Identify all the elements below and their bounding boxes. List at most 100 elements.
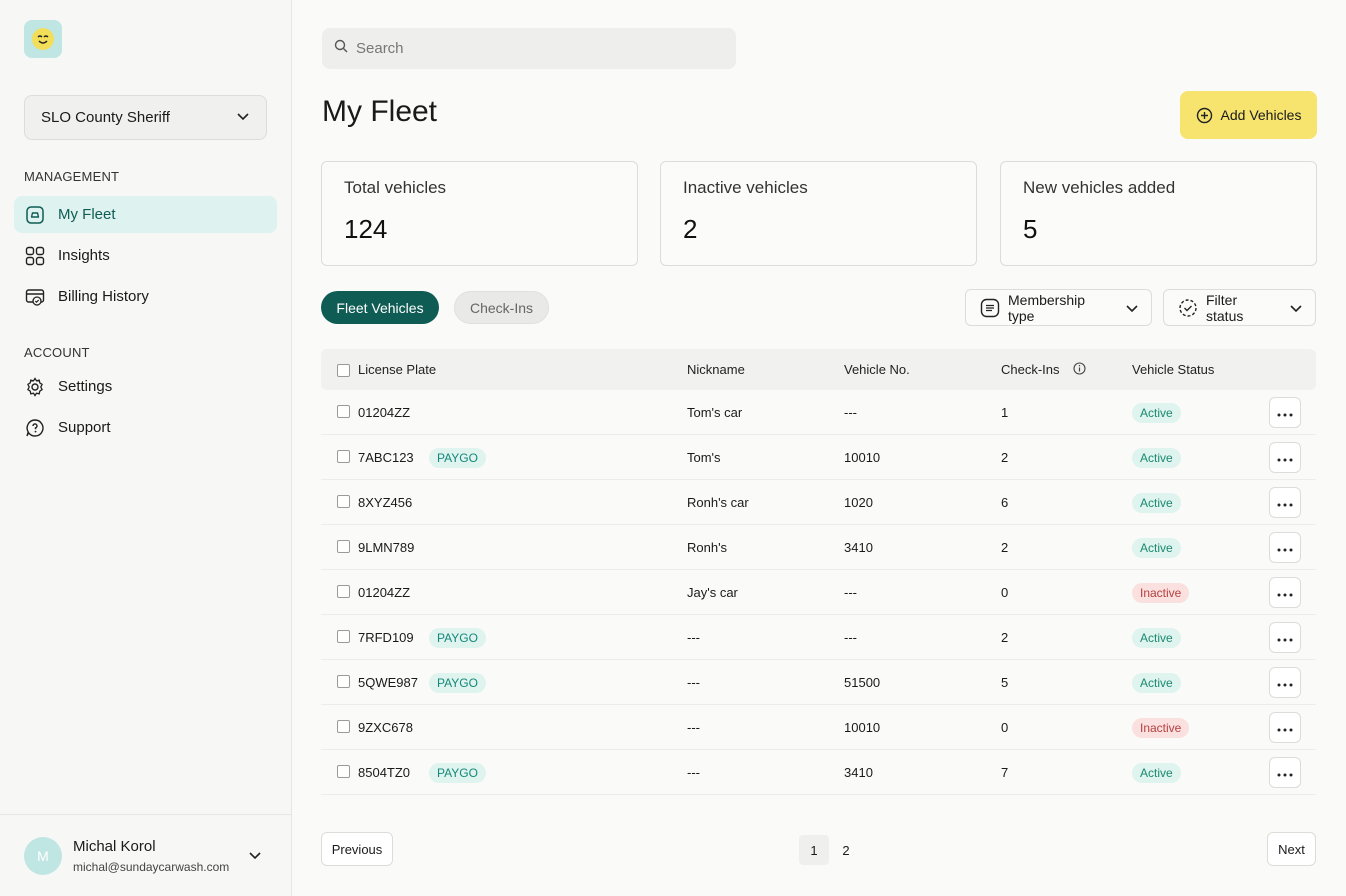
table-row[interactable]: 8XYZ456 Ronh's car 1020 6 Active [321, 480, 1316, 525]
license-plate: 01204ZZ [358, 585, 411, 600]
search-input[interactable] [356, 40, 716, 57]
row-checkbox[interactable] [337, 765, 350, 778]
stat-label: Total vehicles [344, 178, 447, 197]
license-plate: 9ZXC678 [358, 720, 413, 735]
nickname: Ronh's car [687, 495, 749, 510]
status-circle-icon [1178, 298, 1198, 318]
filter-status-label: Filter status [1206, 291, 1244, 324]
sidebar-item-label: My Fleet [58, 206, 116, 223]
check-ins-count: 2 [1001, 450, 1009, 465]
status-badge: Inactive [1132, 718, 1190, 738]
row-actions-button[interactable] [1269, 442, 1301, 473]
nickname: --- [687, 720, 700, 735]
vehicle-number: --- [844, 585, 857, 600]
column-header-license-plate[interactable]: License Plate [358, 362, 436, 377]
tab-check-ins[interactable]: Check-Ins [454, 291, 549, 324]
table-row[interactable]: 01204ZZ Jay's car --- 0 Inactive [321, 570, 1316, 615]
table-row[interactable]: 5QWE987 PAYGO --- 51500 5 Active [321, 660, 1316, 705]
row-checkbox[interactable] [337, 495, 350, 508]
table-row[interactable]: 9ZXC678 --- 10010 0 Inactive [321, 705, 1316, 750]
column-header-vehicle-status[interactable]: Vehicle Status [1132, 362, 1214, 377]
organization-label: SLO County Sheriff [41, 109, 170, 126]
membership-type-label: Membership type [1008, 291, 1086, 324]
row-actions-button[interactable] [1269, 622, 1301, 653]
check-ins-count: 6 [1001, 495, 1009, 510]
more-horizontal-icon [1277, 675, 1293, 690]
info-icon[interactable] [1073, 362, 1086, 378]
status-badge: Active [1132, 448, 1181, 468]
membership-type-filter[interactable]: Membership type [965, 289, 1152, 326]
row-checkbox[interactable] [337, 630, 350, 643]
check-ins-count: 5 [1001, 675, 1009, 690]
sidebar-item-settings[interactable]: Settings [14, 368, 277, 405]
row-actions-button[interactable] [1269, 757, 1301, 788]
select-all-checkbox[interactable] [337, 364, 350, 377]
column-header-vehicle-no[interactable]: Vehicle No. [844, 362, 910, 377]
next-page-button[interactable]: Next [1267, 832, 1316, 866]
status-badge: Active [1132, 763, 1181, 783]
chevron-down-icon[interactable] [248, 848, 262, 867]
more-horizontal-icon [1277, 765, 1293, 780]
row-checkbox[interactable] [337, 675, 350, 688]
chevron-down-icon [1125, 301, 1139, 315]
stat-card-inactive: Inactive vehicles 2 [660, 161, 977, 266]
column-header-check-ins[interactable]: Check-Ins [1001, 362, 1060, 377]
list-icon [980, 298, 1000, 318]
row-actions-button[interactable] [1269, 712, 1301, 743]
vehicle-number: 1020 [844, 495, 873, 510]
sidebar-item-my-fleet[interactable]: My Fleet [14, 196, 277, 233]
paygo-tag: PAYGO [429, 673, 486, 693]
search-bar[interactable] [322, 28, 736, 69]
row-checkbox[interactable] [337, 540, 350, 553]
table-row[interactable]: 9LMN789 Ronh's 3410 2 Active [321, 525, 1316, 570]
row-actions-button[interactable] [1269, 532, 1301, 563]
row-checkbox[interactable] [337, 720, 350, 733]
license-plate: 8504TZ0 [358, 765, 411, 780]
previous-page-button[interactable]: Previous [321, 832, 393, 866]
stat-value: 124 [344, 214, 388, 244]
check-ins-count: 2 [1001, 630, 1009, 645]
sidebar-item-billing-history[interactable]: Billing History [14, 278, 277, 315]
filter-status[interactable]: Filter status [1163, 289, 1316, 326]
vehicle-number: 51500 [844, 675, 881, 690]
page-number-2[interactable]: 2 [831, 835, 861, 865]
column-header-nickname[interactable]: Nickname [687, 362, 745, 377]
page-number-1[interactable]: 1 [799, 835, 829, 865]
table-row[interactable]: 01204ZZ Tom's car --- 1 Active [321, 390, 1316, 435]
row-checkbox[interactable] [337, 405, 350, 418]
table-header: License Plate Nickname Vehicle No. Check… [321, 349, 1316, 390]
row-checkbox[interactable] [337, 450, 350, 463]
paygo-tag: PAYGO [429, 448, 486, 468]
add-vehicles-label: Add Vehicles [1220, 107, 1302, 123]
sidebar-item-label: Insights [58, 247, 110, 264]
logo-icon[interactable] [24, 20, 62, 58]
chevron-down-icon [1289, 301, 1303, 315]
vehicle-number: --- [844, 630, 857, 645]
license-plate: 8XYZ456 [358, 495, 413, 510]
user-email: michal@sundaycarwash.com [73, 859, 230, 874]
row-checkbox[interactable] [337, 585, 350, 598]
sidebar-item-support[interactable]: Support [14, 409, 277, 446]
section-label-management: MANAGEMENT [24, 169, 120, 184]
organization-select[interactable]: SLO County Sheriff [24, 95, 267, 140]
row-actions-button[interactable] [1269, 397, 1301, 428]
sidebar-item-label: Billing History [58, 288, 149, 305]
user-profile[interactable]: M Michal Korol michal@sundaycarwash.com [0, 814, 291, 896]
vehicle-number: 3410 [844, 540, 873, 555]
tab-fleet-vehicles[interactable]: Fleet Vehicles [321, 291, 439, 324]
row-actions-button[interactable] [1269, 577, 1301, 608]
add-vehicles-button[interactable]: Add Vehicles [1180, 91, 1317, 139]
support-icon [24, 417, 46, 439]
table-row[interactable]: 7ABC123 PAYGO Tom's 10010 2 Active [321, 435, 1316, 480]
more-horizontal-icon [1277, 585, 1293, 600]
sidebar-item-insights[interactable]: Insights [14, 237, 277, 274]
vehicles-table: License Plate Nickname Vehicle No. Check… [321, 349, 1316, 795]
more-horizontal-icon [1277, 720, 1293, 735]
table-row[interactable]: 8504TZ0 PAYGO --- 3410 7 Active [321, 750, 1316, 795]
row-actions-button[interactable] [1269, 667, 1301, 698]
more-horizontal-icon [1277, 450, 1293, 465]
more-horizontal-icon [1277, 495, 1293, 510]
plus-circle-icon [1196, 107, 1213, 124]
table-row[interactable]: 7RFD109 PAYGO --- --- 2 Active [321, 615, 1316, 660]
row-actions-button[interactable] [1269, 487, 1301, 518]
